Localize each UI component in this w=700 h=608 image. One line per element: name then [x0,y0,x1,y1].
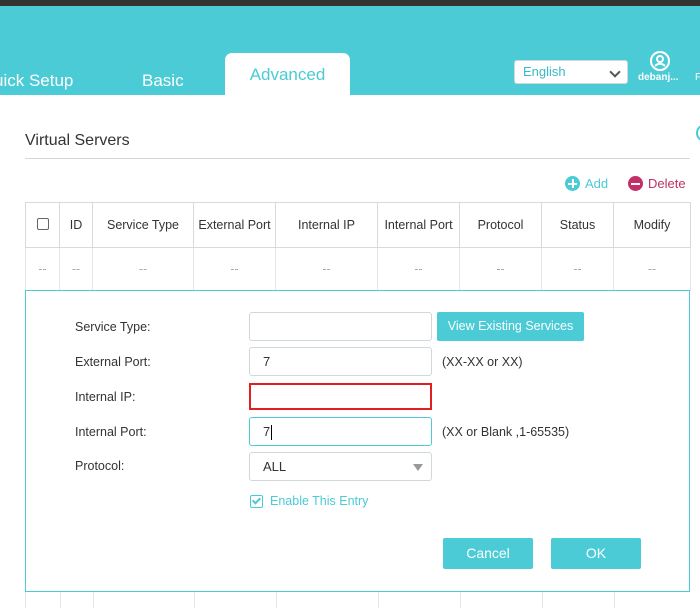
text-caret [271,425,273,441]
internal-port-label: Internal Port: [75,425,147,439]
enable-entry-label: Enable This Entry [270,494,369,508]
column-divider [542,592,543,608]
tab-basic[interactable]: Basic [142,71,184,91]
table-cell: -- [377,247,460,291]
delete-label: Delete [648,176,686,191]
internal-ip-input[interactable] [249,383,432,410]
external-port-input[interactable]: 7 [249,347,432,376]
column-header: External Port [193,202,276,248]
column-divider [276,592,277,608]
table-header-row: ID Service Type External Port Internal I… [25,202,691,248]
delete-button[interactable]: Delete [628,176,686,191]
service-type-input[interactable] [249,312,432,341]
page-title: Virtual Servers [25,132,130,149]
enable-entry-checkbox[interactable] [250,494,263,508]
language-value: English [523,64,566,79]
add-icon [565,176,580,191]
column-divider [194,592,195,608]
internal-port-hint: (XX or Blank ,1-65535) [442,425,570,439]
table-bottom-row [25,592,691,608]
column-divider [460,592,461,608]
table-cell: -- [459,247,542,291]
cancel-button[interactable]: Cancel [443,538,533,569]
table-cell: -- [59,247,93,291]
service-type-label: Service Type: [75,320,151,334]
column-header: Service Type [92,202,194,248]
dropdown-arrow-icon [413,464,423,471]
protocol-value: ALL [263,459,287,474]
column-header: Modify [613,202,691,248]
help-icon[interactable] [696,124,700,142]
table-cell: -- [541,247,614,291]
column-header: Protocol [459,202,542,248]
internal-port-input[interactable]: 7 [249,417,432,446]
external-port-label: External Port: [75,355,151,369]
protocol-label: Protocol: [75,459,125,473]
select-all-cell [25,202,60,248]
table-cell: -- [613,247,691,291]
add-button[interactable]: Add [565,176,608,191]
language-select[interactable]: English [514,60,628,84]
user-extra-label[interactable]: F [695,72,700,83]
column-divider [614,592,615,608]
table-cell: -- [92,247,194,291]
enable-entry-toggle[interactable]: Enable This Entry [250,494,368,508]
column-header: ID [59,202,93,248]
ok-button[interactable]: OK [551,538,641,569]
delete-icon [628,176,643,191]
internal-ip-label: Internal IP: [75,390,136,404]
select-all-checkbox[interactable] [36,217,49,230]
user-icon[interactable] [649,50,671,72]
table-row: -- -- -- -- -- -- -- -- -- [25,247,691,291]
external-port-hint: (XX-XX or XX) [442,355,523,369]
tab-advanced[interactable]: Advanced [225,53,350,97]
column-header: Internal IP [275,202,378,248]
title-divider [25,158,690,159]
user-name[interactable]: debanj... [638,72,679,83]
add-label: Add [585,176,609,191]
view-existing-services-button[interactable]: View Existing Services [437,312,584,341]
column-divider [93,592,94,608]
column-divider [378,592,379,608]
column-header: Status [541,202,614,248]
table-cell: -- [275,247,378,291]
virtual-servers-table: ID Service Type External Port Internal I… [25,202,691,291]
column-divider [60,592,61,608]
tab-quick-setup[interactable]: uick Setup [0,71,73,91]
internal-port-value: 7 [263,424,271,439]
protocol-select[interactable]: ALL [249,452,432,481]
column-header: Internal Port [377,202,460,248]
table-cell: -- [25,247,60,291]
chevron-down-icon [609,66,621,78]
table-cell: -- [193,247,276,291]
